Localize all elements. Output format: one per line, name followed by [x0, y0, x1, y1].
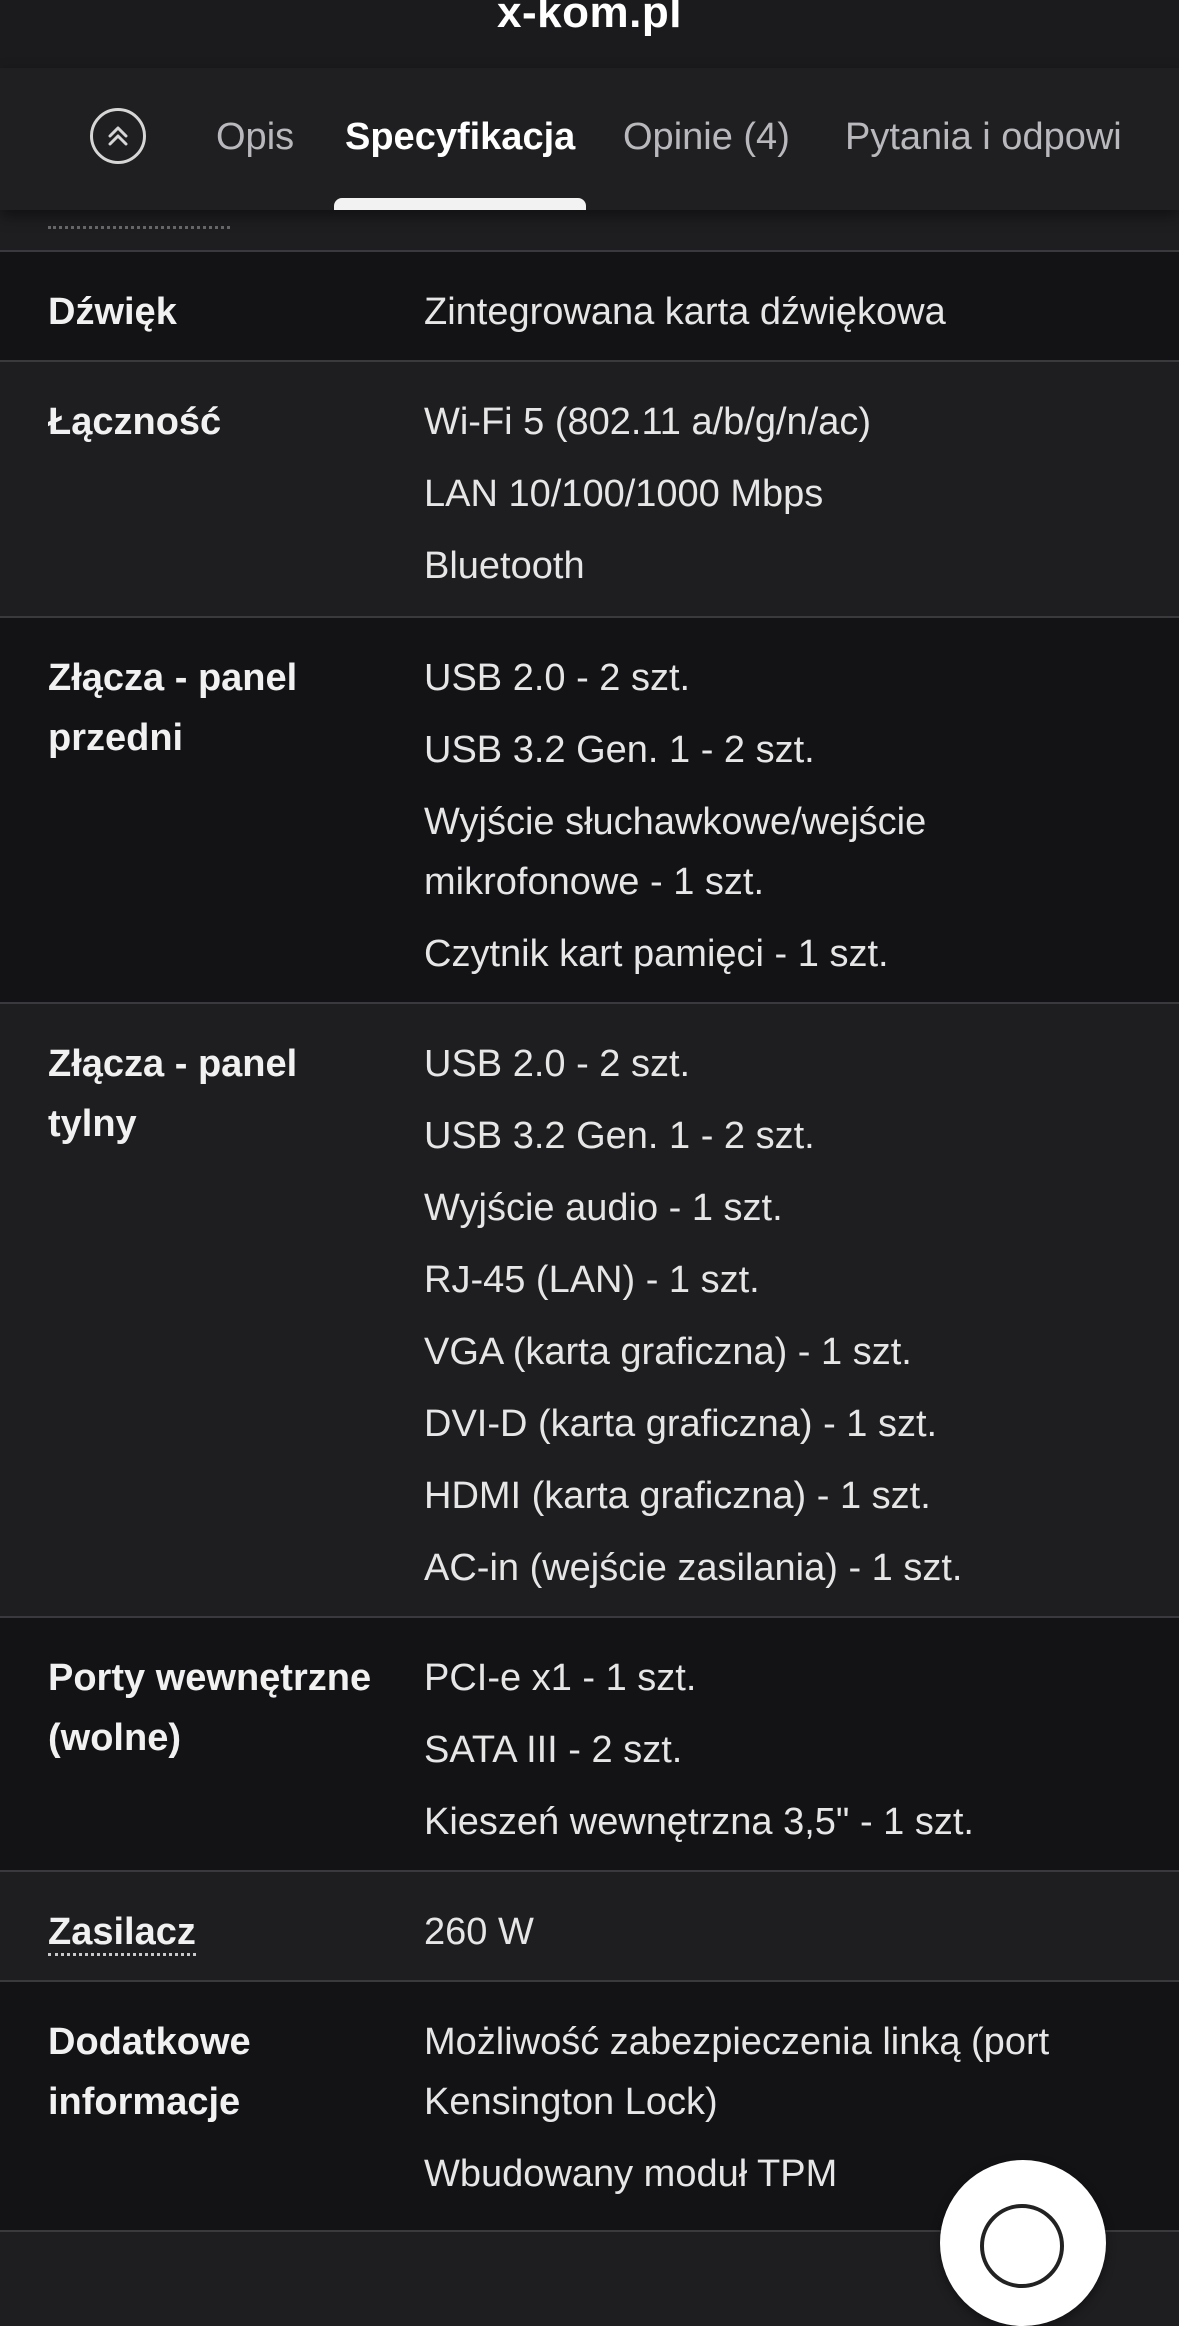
- spec-value: RJ-45 (LAN) - 1 szt.: [424, 1259, 760, 1301]
- chat-icon: [980, 2204, 1064, 2288]
- spec-values: Zintegrowana karta dźwiękowa: [424, 282, 1144, 354]
- product-tab-bar: Opis Specyfikacja Opinie (4) Pytania i o…: [0, 68, 1179, 210]
- spec-value: VGA (karta graficzna) - 1 szt.: [424, 1331, 912, 1373]
- spec-value: DVI-D (karta graficzna) - 1 szt.: [424, 1403, 938, 1445]
- spec-row: Zasilacz 260 W: [0, 1872, 1179, 1982]
- spec-value: Bluetooth: [424, 545, 585, 587]
- spec-values: USB 2.0 - 2 szt. USB 3.2 Gen. 1 - 2 szt.…: [424, 1034, 1144, 1610]
- spec-value: USB 3.2 Gen. 1 - 2 szt.: [424, 729, 815, 771]
- active-tab-indicator: [334, 198, 586, 210]
- spec-value: USB 2.0 - 2 szt.: [424, 1043, 691, 1085]
- spec-row: Dźwięk Zintegrowana karta dźwiękowa: [0, 252, 1179, 362]
- spec-label: Dodatkowe informacje: [48, 2021, 251, 2123]
- spec-value: Możliwość zabezpieczenia linką (port Ken…: [424, 2021, 1050, 2123]
- spec-value: HDMI (karta graficzna) - 1 szt.: [424, 1475, 931, 1517]
- spec-label: Dźwięk: [48, 291, 177, 333]
- spec-value: Wyjście słuchawkowe/wejście mikrofonowe …: [424, 801, 927, 903]
- double-chevron-up-icon: [108, 126, 128, 146]
- spec-value: 260 W: [424, 1911, 534, 1953]
- spec-row-partial: [0, 210, 1179, 252]
- tab-opinie[interactable]: Opinie (4): [623, 116, 790, 159]
- spec-value: USB 3.2 Gen. 1 - 2 szt.: [424, 1115, 815, 1157]
- scroll-to-top-button[interactable]: [90, 108, 146, 164]
- spec-row: Złącza - panel przedni USB 2.0 - 2 szt. …: [0, 618, 1179, 1004]
- spec-value: SATA III - 2 szt.: [424, 1729, 683, 1771]
- spec-values: USB 2.0 - 2 szt. USB 3.2 Gen. 1 - 2 szt.…: [424, 648, 1144, 996]
- tab-pytania[interactable]: Pytania i odpowi: [845, 116, 1122, 159]
- spec-value: AC-in (wejście zasilania) - 1 szt.: [424, 1547, 963, 1589]
- chat-fab-button[interactable]: [940, 2160, 1106, 2326]
- spec-label[interactable]: Zasilacz: [48, 1911, 196, 1956]
- spec-row: Łączność Wi-Fi 5 (802.11 a/b/g/n/ac) LAN…: [0, 362, 1179, 618]
- spec-value: Czytnik kart pamięci - 1 szt.: [424, 933, 889, 975]
- spec-value: Kieszeń wewnętrzna 3,5" - 1 szt.: [424, 1801, 974, 1843]
- tab-opis[interactable]: Opis: [216, 116, 294, 159]
- spec-label-link[interactable]: Zasilacz: [48, 1902, 378, 1962]
- tab-specyfikacja[interactable]: Specyfikacja: [345, 116, 575, 159]
- spec-label: Łączność: [48, 401, 222, 443]
- spec-table: Dźwięk Zintegrowana karta dźwiękowa Łącz…: [0, 252, 1179, 2232]
- spec-value: Zintegrowana karta dźwiękowa: [424, 291, 946, 333]
- spec-row: Złącza - panel tylny USB 2.0 - 2 szt. US…: [0, 1004, 1179, 1618]
- spec-label: Złącza - panel tylny: [48, 1043, 298, 1145]
- spec-value: LAN 10/100/1000 Mbps: [424, 473, 824, 515]
- spec-label: Porty wewnętrzne (wolne): [48, 1657, 372, 1759]
- spec-label: Złącza - panel przedni: [48, 657, 298, 759]
- partial-label: [48, 212, 230, 229]
- spec-values: PCI-e x1 - 1 szt. SATA III - 2 szt. Kies…: [424, 1648, 1144, 1864]
- spec-values: Wi-Fi 5 (802.11 a/b/g/n/ac) LAN 10/100/1…: [424, 392, 1144, 608]
- spec-value: PCI-e x1 - 1 szt.: [424, 1657, 697, 1699]
- url-text: x-kom.pl: [497, 0, 682, 37]
- spec-value: Wyjście audio - 1 szt.: [424, 1187, 783, 1229]
- spec-value: Wi-Fi 5 (802.11 a/b/g/n/ac): [424, 401, 872, 443]
- spec-row: Porty wewnętrzne (wolne) PCI-e x1 - 1 sz…: [0, 1618, 1179, 1872]
- spec-values: 260 W: [424, 1902, 1144, 1974]
- browser-url-bar[interactable]: x-kom.pl: [0, 0, 1179, 69]
- spec-value: USB 2.0 - 2 szt.: [424, 657, 691, 699]
